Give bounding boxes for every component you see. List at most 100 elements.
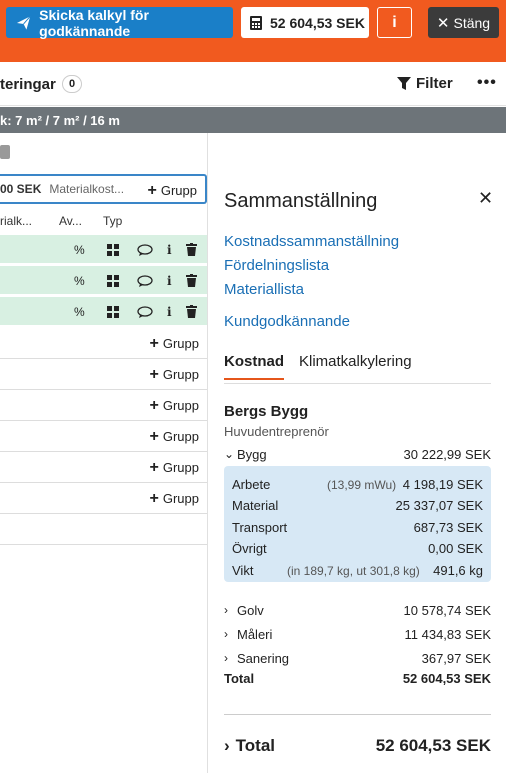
measurement-bar: k: 7 m² / 7 m² / 16 m <box>0 107 506 133</box>
detail-value: 25 337,07 SEK <box>395 498 483 513</box>
detail-value: 687,73 SEK <box>413 520 483 535</box>
group-label: Materialkost... <box>49 182 125 196</box>
grid-icon[interactable] <box>107 306 119 318</box>
detail-label: Transport <box>232 520 288 535</box>
total-value: 52 604,53 SEK <box>402 671 491 686</box>
add-group-button[interactable]: + Grupp <box>149 427 199 445</box>
add-group-button[interactable]: + Grupp <box>150 366 199 382</box>
detail-label: Material <box>232 498 279 513</box>
total-amount: 52 604,53 SEK <box>270 14 365 31</box>
chevron-right-icon: › <box>224 736 230 755</box>
add-group-button[interactable]: + Grupp <box>149 489 199 507</box>
total-button[interactable]: 52 604,53 SEK <box>241 7 369 38</box>
category-details: Arbete (13,99 mWu) 4 198,19 SEK Material… <box>224 466 491 582</box>
link-distribution-list[interactable]: Fördelningslista <box>224 257 329 274</box>
tab-climate[interactable]: Klimatkalkylering <box>299 353 412 370</box>
grand-total[interactable]: › Total 52 604,53 SEK <box>224 736 491 756</box>
comment-icon[interactable] <box>137 244 153 256</box>
chevron-right-icon: › <box>224 603 228 617</box>
info-button[interactable]: i <box>377 7 412 38</box>
link-material-list[interactable]: Materiallista <box>224 281 304 298</box>
table-row[interactable]: % i <box>0 235 207 264</box>
percent-icon[interactable]: % <box>74 305 85 319</box>
tab-bar: Kostnad Klimatkalkylering <box>224 351 491 384</box>
detail-value: 0,00 SEK <box>428 541 483 556</box>
add-group-button[interactable]: + Grupp <box>149 396 199 414</box>
send-for-approval-button[interactable]: Skicka kalkyl för godkännande <box>6 6 233 39</box>
category-value: 367,97 SEK <box>421 651 491 666</box>
comment-icon[interactable] <box>137 306 153 318</box>
add-group-label: Grupp <box>160 183 197 198</box>
trash-icon[interactable] <box>186 243 197 256</box>
add-group-button[interactable]: + Grupp <box>147 181 197 199</box>
column-header-material[interactable]: rialk... <box>0 214 32 228</box>
more-options-button[interactable]: ••• <box>477 74 497 92</box>
grand-total-label: Total <box>235 736 276 755</box>
paper-plane-icon <box>16 15 31 30</box>
category-name: Sanering <box>237 651 290 666</box>
total-label: Total <box>224 671 255 686</box>
tab-cost[interactable]: Kostnad <box>224 353 284 380</box>
close-button[interactable]: ✕ Stäng <box>428 7 499 38</box>
add-group-label: Grupp <box>162 367 199 382</box>
link-customer-approval[interactable]: Kundgodkännande <box>224 313 350 330</box>
column-headers: rialk... Av... Typ <box>0 210 207 234</box>
column-header-av[interactable]: Av... <box>59 214 82 228</box>
plus-icon: + <box>147 181 157 199</box>
table-row[interactable]: % i <box>0 297 207 326</box>
table-row[interactable]: % i <box>0 266 207 295</box>
percent-icon[interactable]: % <box>74 243 85 257</box>
plus-icon: + <box>149 458 159 476</box>
detail-note: (13,99 mWu) <box>327 478 397 492</box>
category-name: Golv <box>237 603 264 618</box>
grid-icon[interactable] <box>107 275 119 287</box>
detail-label: Vikt <box>232 563 254 578</box>
grid-icon[interactable] <box>107 244 119 256</box>
plus-icon: + <box>149 489 159 507</box>
comment-icon[interactable] <box>0 145 10 159</box>
chevron-right-icon: › <box>224 627 228 641</box>
column-header-type[interactable]: Typ <box>103 214 122 228</box>
close-icon: ✕ <box>436 14 450 32</box>
info-icon[interactable]: i <box>167 305 172 319</box>
company-name: Bergs Bygg <box>224 403 309 420</box>
chevron-down-icon: ⌄ <box>224 447 235 461</box>
add-group-button[interactable]: + Grupp <box>150 335 199 351</box>
filter-button[interactable]: Filter <box>397 75 453 92</box>
group-header[interactable]: 00 SEK Materialkost... + Grupp <box>0 174 207 204</box>
plus-icon: + <box>149 427 159 445</box>
list-item[interactable]: + Grupp <box>0 421 207 452</box>
list-item[interactable]: + Grupp <box>0 328 207 359</box>
category-value: 10 578,74 SEK <box>403 603 491 618</box>
section-title: teringar <box>0 76 56 93</box>
list-item[interactable] <box>0 514 207 545</box>
info-icon[interactable]: i <box>167 274 172 288</box>
plus-icon: + <box>149 396 159 414</box>
add-group-button[interactable]: + Grupp <box>149 458 199 476</box>
list-item[interactable]: + Grupp <box>0 390 207 421</box>
category-value: 11 434,83 SEK <box>404 627 492 642</box>
list-item[interactable]: + Grupp <box>0 359 207 390</box>
list-item[interactable]: + Grupp <box>0 483 207 514</box>
count-badge: 0 <box>62 75 82 93</box>
add-group-label: Grupp <box>162 429 199 444</box>
chevron-right-icon: › <box>224 651 228 665</box>
detail-value: 4 198,19 SEK <box>402 477 483 492</box>
link-cost-summary[interactable]: Kostnadssammanställning <box>224 233 399 250</box>
send-for-approval-label: Skicka kalkyl för godkännande <box>39 6 149 39</box>
category-value: 30 222,99 SEK <box>403 447 491 462</box>
comment-icon[interactable] <box>137 275 153 287</box>
close-icon[interactable]: ✕ <box>478 188 493 209</box>
detail-label: Övrigt <box>232 541 267 556</box>
measurement-text: k: 7 m² / 7 m² / 16 m <box>0 112 120 128</box>
add-group-label: Grupp <box>162 460 199 475</box>
add-group-label: Grupp <box>162 336 199 351</box>
trash-icon[interactable] <box>186 274 197 287</box>
add-group-label: Grupp <box>162 398 199 413</box>
detail-label: Arbete <box>232 477 271 492</box>
percent-icon[interactable]: % <box>74 274 85 288</box>
list-item[interactable]: + Grupp <box>0 452 207 483</box>
divider <box>224 714 491 715</box>
info-icon[interactable]: i <box>167 243 172 257</box>
trash-icon[interactable] <box>186 305 197 318</box>
